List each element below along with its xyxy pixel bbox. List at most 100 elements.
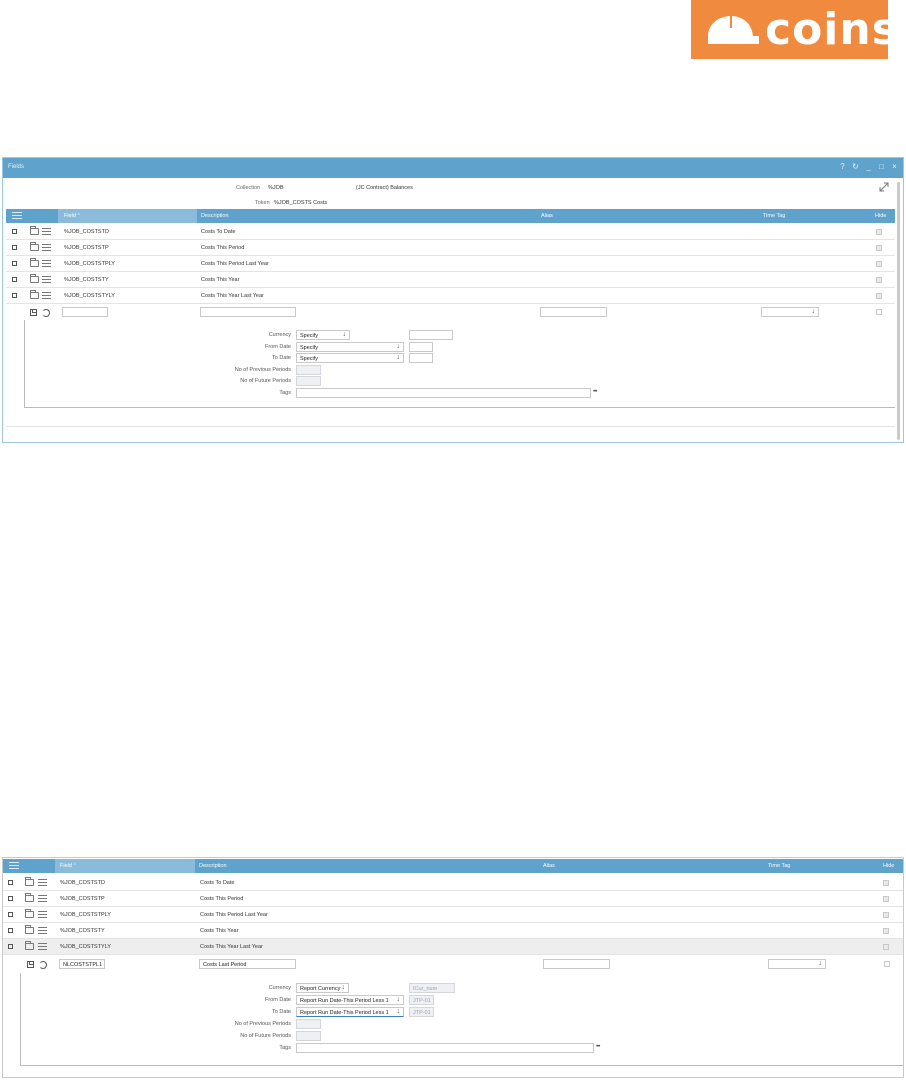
folder-icon[interactable] <box>25 925 34 934</box>
currency-select[interactable]: Report Currency ↓ <box>296 983 349 993</box>
details-icon[interactable] <box>38 927 47 934</box>
table-row[interactable]: %JOB_COSTSTD Costs To Date <box>3 875 903 891</box>
row-checkbox[interactable] <box>8 912 13 917</box>
folder-icon[interactable] <box>30 290 39 299</box>
currency-extra-input[interactable]: ICur_num <box>409 983 455 993</box>
hide-checkbox[interactable] <box>876 261 882 267</box>
row-checkbox[interactable] <box>8 928 13 933</box>
folder-icon[interactable] <box>25 941 34 950</box>
row-checkbox[interactable] <box>8 896 13 901</box>
table-row[interactable]: %JOB_COSTSTP Costs This Period <box>6 240 895 256</box>
column-menu-icon[interactable] <box>9 862 19 870</box>
future-periods-input[interactable] <box>296 1031 321 1041</box>
to-date-select[interactable]: Report Run Date-This Period Less 1 ↓ <box>296 1007 404 1017</box>
header-alias[interactable]: Alias <box>541 213 553 219</box>
tags-input[interactable] <box>296 388 591 398</box>
refresh-icon[interactable]: ↻ <box>851 162 860 171</box>
header-description[interactable]: Description <box>201 213 229 219</box>
folder-icon[interactable] <box>25 909 34 918</box>
row-checkbox[interactable] <box>8 944 13 949</box>
folder-icon[interactable] <box>30 226 39 235</box>
row-checkbox[interactable] <box>12 293 17 298</box>
header-time-tag[interactable]: Time Tag <box>768 863 790 869</box>
previous-periods-input[interactable] <box>296 365 321 375</box>
column-menu-icon[interactable] <box>12 212 22 220</box>
folder-icon[interactable] <box>30 258 39 267</box>
maximize-icon[interactable]: □ <box>877 162 886 171</box>
folder-icon[interactable] <box>25 893 34 902</box>
new-description-input[interactable] <box>200 307 296 317</box>
to-date-extra-input[interactable]: JTP-01 <box>409 1007 434 1017</box>
hide-checkbox[interactable] <box>883 912 889 918</box>
header-hide[interactable]: Hide <box>875 213 886 219</box>
to-date-select[interactable]: Specify ↓ <box>296 353 404 363</box>
previous-periods-input[interactable] <box>296 1019 321 1029</box>
new-field-input[interactable]: NLCOSTSTPL1 <box>59 959 105 969</box>
table-row[interactable]: %JOB_COSTSTP Costs This Period <box>3 891 903 907</box>
new-description-input[interactable]: Costs Last Period <box>199 959 296 969</box>
folder-icon[interactable] <box>25 877 34 886</box>
hide-checkbox[interactable] <box>883 880 889 886</box>
hide-checkbox[interactable] <box>883 928 889 934</box>
table-row[interactable]: %JOB_COSTSTYLY Costs This Year Last Year <box>3 939 903 955</box>
hide-checkbox[interactable] <box>876 229 882 235</box>
hide-checkbox[interactable] <box>883 944 889 950</box>
header-description[interactable]: Description <box>199 863 227 869</box>
new-hide-checkbox[interactable] <box>884 961 890 967</box>
folder-icon[interactable] <box>30 274 39 283</box>
row-checkbox[interactable] <box>8 880 13 885</box>
hide-checkbox[interactable] <box>876 293 882 299</box>
details-icon[interactable] <box>38 943 47 950</box>
undo-icon[interactable] <box>42 309 50 317</box>
new-field-input[interactable] <box>62 307 108 317</box>
hide-checkbox[interactable] <box>876 277 882 283</box>
from-date-extra-input[interactable]: JTP-01 <box>409 995 434 1005</box>
folder-icon[interactable] <box>30 242 39 251</box>
new-alias-input[interactable] <box>543 959 610 969</box>
vertical-scrollbar[interactable] <box>897 182 900 440</box>
close-icon[interactable]: × <box>890 162 899 171</box>
undo-icon[interactable] <box>39 961 47 969</box>
details-icon[interactable] <box>38 895 47 902</box>
header-hide[interactable]: Hide <box>883 863 894 869</box>
row-checkbox[interactable] <box>12 229 17 234</box>
new-hide-checkbox[interactable] <box>876 309 882 315</box>
table-row[interactable]: %JOB_COSTSTD Costs To Date <box>6 224 895 240</box>
header-field[interactable]: Field ^ <box>60 863 76 869</box>
time-tag-select[interactable]: ↓ <box>761 307 819 317</box>
future-periods-input[interactable] <box>296 376 321 386</box>
tags-input[interactable] <box>296 1043 594 1053</box>
save-icon[interactable] <box>30 309 37 316</box>
hide-checkbox[interactable] <box>876 245 882 251</box>
details-icon[interactable] <box>42 244 51 251</box>
header-alias[interactable]: Alias <box>543 863 555 869</box>
from-date-select[interactable]: Report Run Date-This Period Less 1 ↓ <box>296 995 404 1005</box>
details-icon[interactable] <box>38 911 47 918</box>
save-icon[interactable] <box>27 961 34 968</box>
time-tag-select[interactable]: ↓ <box>768 959 826 969</box>
table-row[interactable]: %JOB_COSTSTY Costs This Year <box>6 272 895 288</box>
details-icon[interactable] <box>42 260 51 267</box>
details-icon[interactable] <box>42 228 51 235</box>
tags-more-button[interactable]: ••• <box>596 1044 600 1050</box>
table-row[interactable]: %JOB_COSTSTPLY Costs This Period Last Ye… <box>6 256 895 272</box>
currency-select[interactable]: Specify ↓ <box>296 330 350 340</box>
row-checkbox[interactable] <box>12 245 17 250</box>
table-row[interactable]: %JOB_COSTSTYLY Costs This Year Last Year <box>6 288 895 304</box>
tags-more-button[interactable]: ••• <box>593 389 597 395</box>
table-row[interactable]: %JOB_COSTSTPLY Costs This Period Last Ye… <box>3 907 903 923</box>
details-icon[interactable] <box>42 276 51 283</box>
details-icon[interactable] <box>38 879 47 886</box>
header-time-tag[interactable]: Time Tag <box>763 213 785 219</box>
hide-checkbox[interactable] <box>883 896 889 902</box>
new-alias-input[interactable] <box>540 307 607 317</box>
expand-icon[interactable] <box>878 181 890 193</box>
to-date-extra-input[interactable] <box>409 353 433 363</box>
details-icon[interactable] <box>42 292 51 299</box>
from-date-extra-input[interactable] <box>409 342 433 352</box>
minimize-icon[interactable]: _ <box>864 162 873 171</box>
currency-extra-input[interactable] <box>409 330 453 340</box>
row-checkbox[interactable] <box>12 261 17 266</box>
help-icon[interactable]: ? <box>838 162 847 171</box>
from-date-select[interactable]: Specify ↓ <box>296 342 404 352</box>
